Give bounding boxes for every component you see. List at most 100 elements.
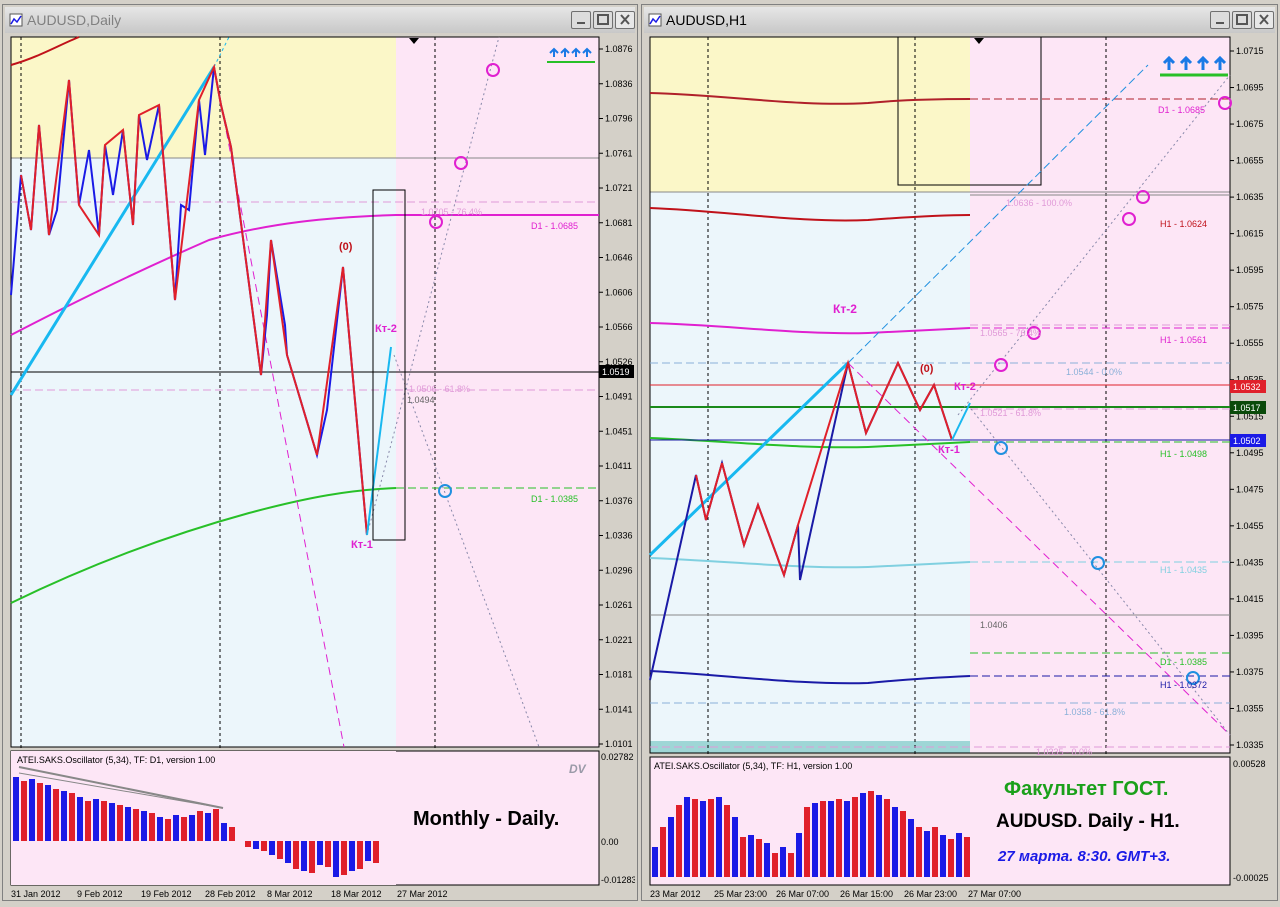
minimize-button[interactable]: [571, 11, 591, 29]
h1-chart-window[interactable]: AUDUSD,H1 Кт-2 (0) Кт-2 Кт-1 D1 - 1.0685…: [641, 4, 1278, 901]
h1-2-label: H1 - 1.0561: [1160, 335, 1207, 345]
date-tick-label: 19 Feb 2012: [141, 889, 192, 899]
price-tick-label: 1.0261: [605, 600, 633, 610]
oscillator-bar: [277, 841, 283, 859]
price-tick-label: 1.0675: [1236, 119, 1264, 129]
oscillator-bar: [836, 799, 842, 877]
osc-scale-top: 0.02782: [601, 752, 634, 762]
price-tick-label: 1.0435: [1236, 557, 1264, 567]
oscillator-bar: [716, 797, 722, 877]
maximize-button[interactable]: [593, 11, 613, 29]
date-tick-label: 23 Mar 2012: [650, 889, 701, 899]
oscillator-bar: [325, 841, 331, 867]
price-tick-label: 1.0836: [605, 79, 633, 89]
price-tick-label: 1.0395: [1236, 630, 1264, 640]
oscillator-bar: [197, 811, 203, 841]
price-tick-label: 1.0336: [605, 531, 633, 541]
red-price: 1.0532: [1233, 382, 1261, 392]
daily-price-chart[interactable]: (0) Кт-2 Кт-1 1.0705 - 76.4% 1.0506 - 61…: [9, 35, 635, 901]
oscillator-bar: [117, 805, 123, 841]
h1-5-label: H1 - 1.0372: [1160, 680, 1207, 690]
fib-price-label: 1.0494: [407, 395, 435, 405]
chart-icon: [648, 13, 662, 27]
price-tick-label: 1.0876: [605, 44, 633, 54]
oscillator-bar: [812, 803, 818, 877]
oscillator-bar: [189, 815, 195, 841]
oscillator-bar: [748, 835, 754, 877]
oscillator-bar: [684, 797, 690, 877]
oscillator-bar: [892, 807, 898, 877]
title-bar[interactable]: AUDUSD,H1: [644, 7, 1275, 33]
oscillator-bar: [700, 801, 706, 877]
kt2-label: Кт-2: [375, 323, 397, 335]
price-tick-label: 1.0566: [605, 322, 633, 332]
minimize-button[interactable]: [1210, 11, 1230, 29]
price-tick-label: 1.0606: [605, 287, 633, 297]
oscillator-bar: [101, 801, 107, 841]
oscillator-bar: [205, 813, 211, 841]
oscillator-bar: [301, 841, 307, 871]
oscillator-bar: [796, 833, 802, 877]
oscillator-bar: [213, 809, 219, 841]
oscillator-bar: [764, 843, 770, 877]
oscillator-bar: [852, 797, 858, 877]
oscillator-bar: [940, 835, 946, 877]
window-title: AUDUSD,Daily: [27, 12, 122, 28]
h1-price-chart[interactable]: Кт-2 (0) Кт-2 Кт-1 D1 - 1.0685 H1 - 1.06…: [648, 35, 1275, 901]
price-tick-label: 1.0411: [605, 461, 632, 471]
oscillator-title: ATEI.SAKS.Oscillator (5,34), TF: D1, ver…: [17, 755, 215, 765]
date-tick-label: 26 Mar 07:00: [776, 889, 829, 899]
oscillator-bar: [85, 801, 91, 841]
price-tick-label: 1.0141: [605, 704, 633, 714]
oscillator-bar: [77, 797, 83, 841]
oscillator-bar: [844, 801, 850, 877]
oscillator-bar: [924, 831, 930, 877]
caption-monthly-daily: Monthly - Daily.: [413, 808, 559, 830]
oscillator-bar: [860, 793, 866, 877]
price-axis: 1.0876 1.0836 1.0796 1.0761 1.0721 1.0681 1.06…: [599, 44, 633, 749]
caption-faculty: Факультет ГОСТ.: [1004, 778, 1168, 800]
oscillator-bar: [349, 841, 355, 871]
oscillator-bar: [948, 839, 954, 877]
oscillator-bar: [93, 799, 99, 841]
oscillator-bar: [708, 799, 714, 877]
price-tick-label: 1.0296: [605, 565, 633, 575]
date-tick-label: 9 Feb 2012: [77, 889, 123, 899]
close-button[interactable]: [615, 11, 635, 29]
kt1-label: Кт-1: [938, 444, 960, 456]
window-title: AUDUSD,H1: [666, 12, 747, 28]
oscillator-bar: [45, 785, 51, 841]
daily-chart-window[interactable]: AUDUSD,Daily (0) Кт-2 Кт-1 1.0705 - 76.4…: [2, 4, 638, 901]
oscillator-title: ATEI.SAKS.Oscillator (5,34), TF: H1, ver…: [654, 761, 852, 771]
date-tick-label: 27 Mar 07:00: [968, 889, 1021, 899]
oscillator-bar: [932, 827, 938, 877]
oscillator-bar: [149, 813, 155, 841]
oscillator-bar: [109, 803, 115, 841]
price-tick-label: 1.0451: [605, 426, 633, 436]
date-tick-label: 26 Mar 15:00: [840, 889, 893, 899]
price-tick-label: 1.0721: [605, 183, 633, 193]
oscillator-bar: [357, 841, 363, 869]
oscillator-bar: [173, 815, 179, 841]
osc-scale-bottom: -0.00025: [1233, 873, 1269, 883]
oscillator-bar: [53, 789, 59, 841]
oscillator-bar: [788, 853, 794, 877]
osc-scale-top: 0.00528: [1233, 759, 1266, 769]
maximize-button[interactable]: [1232, 11, 1252, 29]
current-price: 1.0519: [602, 367, 630, 377]
title-bar[interactable]: AUDUSD,Daily: [5, 7, 635, 33]
price-tick-label: 1.0495: [1236, 448, 1264, 458]
blue-price: 1.0502: [1233, 436, 1261, 446]
oscillator-bar: [876, 795, 882, 877]
date-tick-label: 31 Jan 2012: [11, 889, 61, 899]
oscillator-bar: [221, 823, 227, 841]
price-tick-label: 1.0355: [1236, 703, 1264, 713]
price-tick-label: 1.0761: [605, 148, 633, 158]
price-tick-label: 1.0475: [1236, 484, 1264, 494]
oscillator-bar: [724, 805, 730, 877]
close-button[interactable]: [1254, 11, 1274, 29]
oscillator-bar: [900, 811, 906, 877]
kt1-label: Кт-1: [351, 539, 373, 551]
price-tick-label: 1.0595: [1236, 265, 1264, 275]
price-tick-label: 1.0491: [605, 392, 633, 402]
